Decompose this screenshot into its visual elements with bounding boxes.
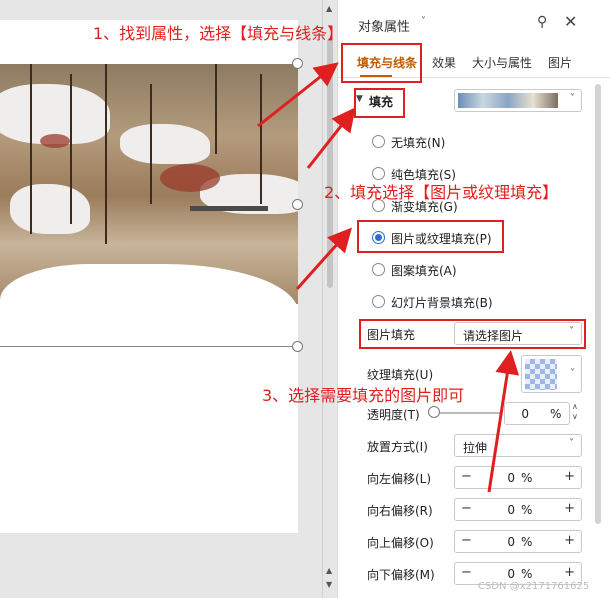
arrow-to-picture-fill: [295, 227, 353, 291]
arrow-to-fill: [306, 107, 356, 169]
annotation-arrows: [257, 62, 520, 493]
arrow-to-select-picture: [487, 350, 520, 493]
arrow-to-tab: [257, 62, 339, 128]
watermark: CSDN @x2171761625: [478, 581, 590, 592]
